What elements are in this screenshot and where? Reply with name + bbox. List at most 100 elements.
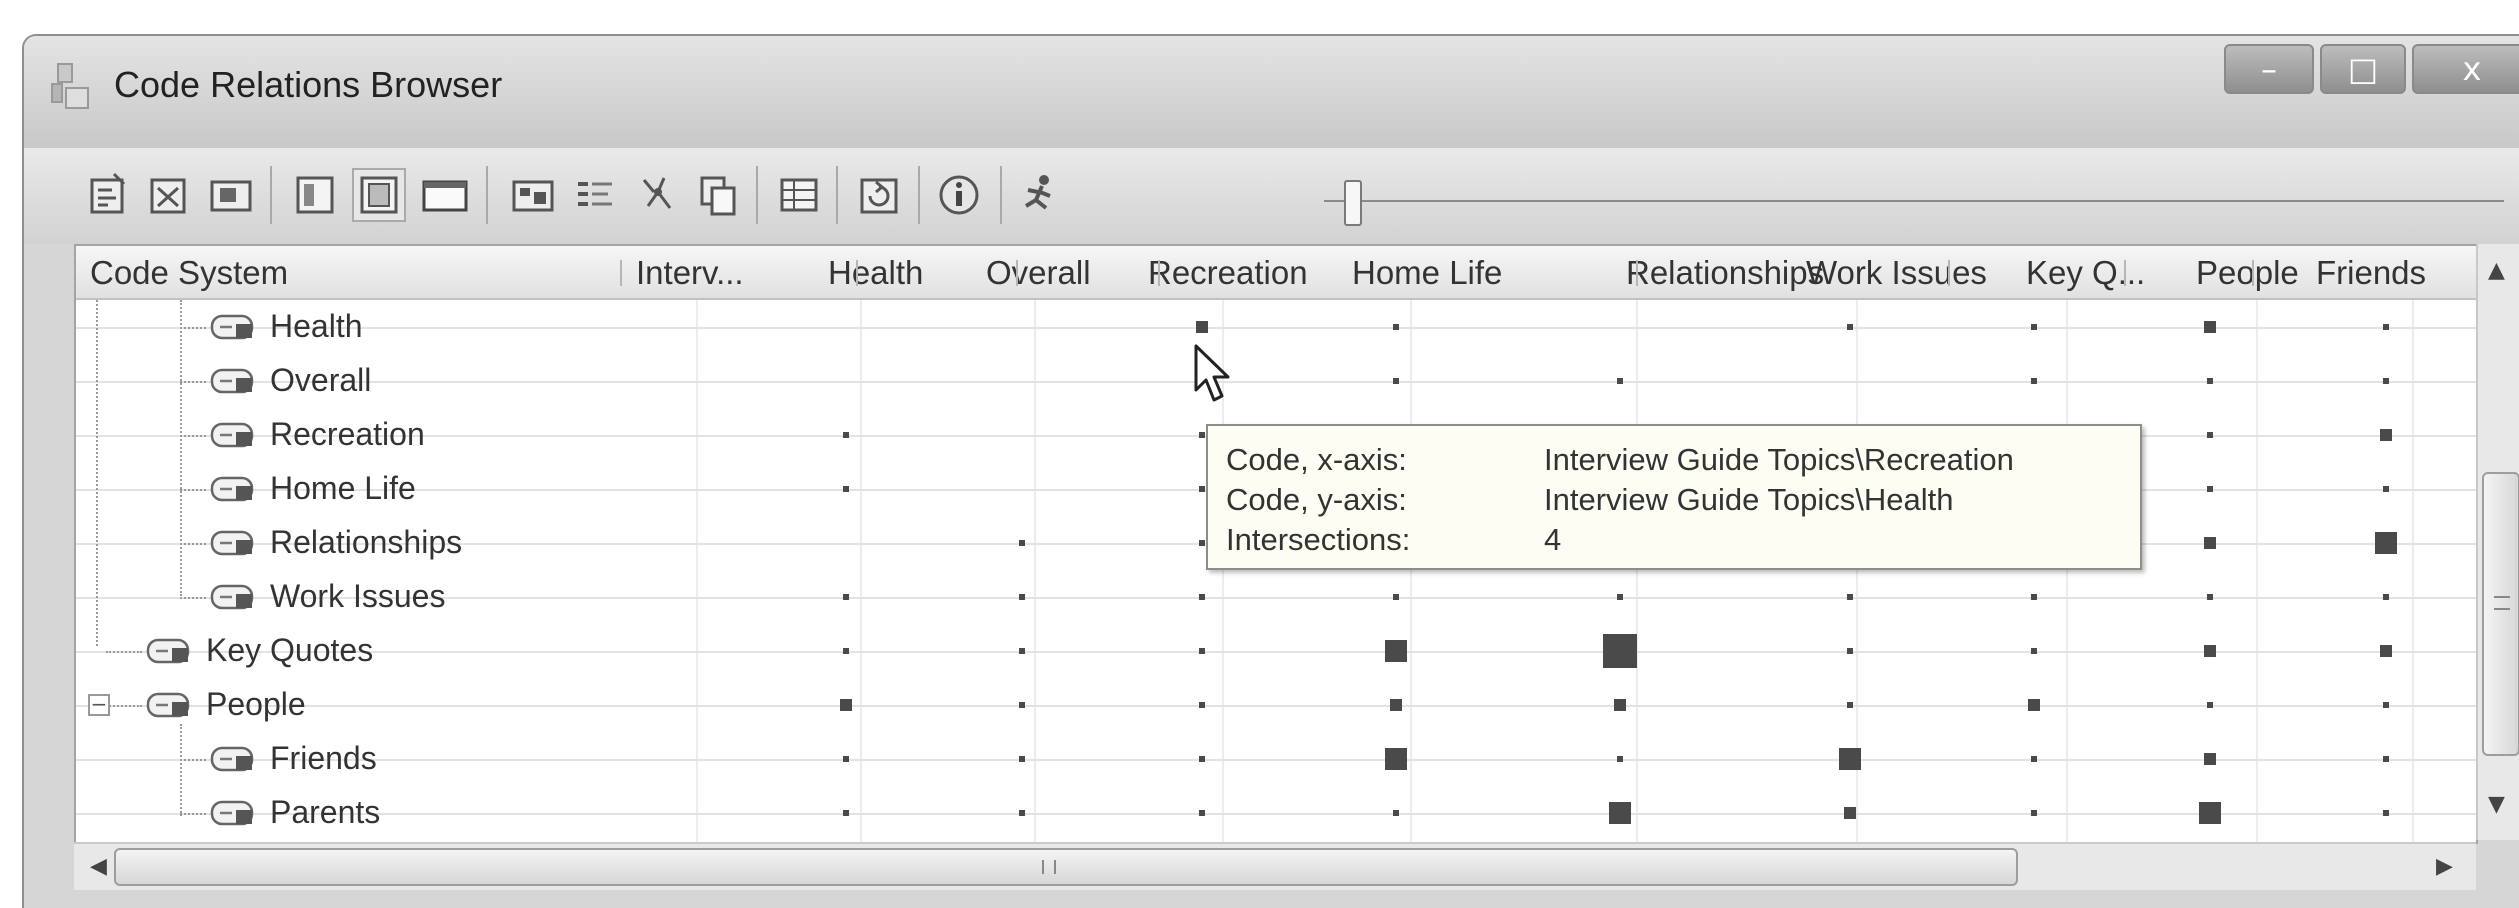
intersection-mark[interactable]: [1617, 756, 1623, 762]
scroll-right-icon[interactable]: ▶: [2436, 854, 2453, 879]
intersection-mark[interactable]: [2383, 378, 2389, 384]
intersection-mark[interactable]: [2204, 537, 2216, 549]
header-column-9[interactable]: Friends: [2316, 246, 2426, 298]
row-label-9[interactable]: Parents: [270, 794, 380, 830]
intersection-mark[interactable]: [2207, 432, 2213, 438]
intersection-mark[interactable]: [1390, 699, 1402, 711]
tree-expander-7[interactable]: −: [88, 694, 110, 716]
intersection-mark[interactable]: [1196, 321, 1208, 333]
runner-icon[interactable]: [1014, 170, 1064, 220]
intersection-mark[interactable]: [2380, 429, 2392, 441]
intersection-mark[interactable]: [2375, 532, 2397, 554]
intersection-mark[interactable]: [1847, 648, 1853, 654]
intersection-mark[interactable]: [1847, 324, 1853, 330]
intersection-mark[interactable]: [843, 810, 849, 816]
intersection-mark[interactable]: [1199, 432, 1205, 438]
row-label-5[interactable]: Work Issues: [270, 578, 445, 614]
layout-full-icon[interactable]: [420, 170, 470, 220]
row-label-3[interactable]: Home Life: [270, 470, 416, 506]
intersection-mark[interactable]: [1603, 634, 1637, 668]
display-list-icon[interactable]: [570, 170, 620, 220]
title-bar[interactable]: Code Relations Browser – □ x: [24, 36, 2519, 148]
intersection-mark[interactable]: [1385, 640, 1407, 662]
intersection-mark[interactable]: [1393, 378, 1399, 384]
scroll-left-icon[interactable]: ◀: [90, 854, 107, 879]
intersection-mark[interactable]: [2204, 753, 2216, 765]
row-label-8[interactable]: Friends: [270, 740, 377, 776]
minimize-button[interactable]: –: [2224, 44, 2314, 94]
header-column-0[interactable]: Interv...: [636, 246, 744, 298]
intersection-mark[interactable]: [1847, 702, 1853, 708]
intersection-mark[interactable]: [2031, 594, 2037, 600]
intersection-mark[interactable]: [2031, 324, 2037, 330]
row-label-4[interactable]: Relationships: [270, 524, 462, 560]
intersection-mark[interactable]: [1019, 594, 1025, 600]
scroll-down-icon[interactable]: ▼: [2488, 792, 2505, 817]
intersection-mark[interactable]: [1019, 810, 1025, 816]
intersection-mark[interactable]: [1844, 807, 1856, 819]
filter-icon[interactable]: [634, 170, 684, 220]
intersection-mark[interactable]: [2380, 645, 2392, 657]
header-code-system[interactable]: Code System: [90, 246, 288, 298]
vertical-scrollbar[interactable]: ▲ ▼: [2476, 244, 2519, 840]
horizontal-scroll-thumb[interactable]: [114, 848, 2018, 886]
intersection-mark[interactable]: [1614, 699, 1626, 711]
intersection-mark[interactable]: [1019, 702, 1025, 708]
intersection-mark[interactable]: [2383, 702, 2389, 708]
intersection-mark[interactable]: [1617, 594, 1623, 600]
header-column-6[interactable]: Work Issues: [1806, 246, 1987, 298]
intersection-mark[interactable]: [2031, 756, 2037, 762]
scroll-up-icon[interactable]: ▲: [2488, 258, 2505, 283]
row-label-1[interactable]: Overall: [270, 362, 371, 398]
maximize-button[interactable]: □: [2320, 44, 2406, 94]
intersection-mark[interactable]: [2383, 594, 2389, 600]
intersection-mark[interactable]: [843, 432, 849, 438]
header-column-1[interactable]: Health: [828, 246, 923, 298]
zoom-slider-track[interactable]: [1324, 200, 2504, 202]
row-label-6[interactable]: Key Quotes: [206, 632, 373, 668]
refresh-icon[interactable]: [854, 170, 904, 220]
intersection-mark[interactable]: [2383, 810, 2389, 816]
intersection-mark[interactable]: [1609, 802, 1631, 824]
vertical-scroll-thumb[interactable]: [2482, 472, 2519, 756]
intersection-mark[interactable]: [2031, 648, 2037, 654]
close-button[interactable]: x: [2412, 44, 2519, 94]
intersection-mark[interactable]: [843, 648, 849, 654]
intersection-mark[interactable]: [1847, 594, 1853, 600]
intersection-mark[interactable]: [1393, 594, 1399, 600]
header-column-3[interactable]: Recreation: [1148, 246, 1308, 298]
export-icon[interactable]: [84, 170, 134, 220]
row-label-0[interactable]: Health: [270, 308, 363, 344]
intersection-mark[interactable]: [2031, 378, 2037, 384]
header-column-2[interactable]: Overall: [986, 246, 1091, 298]
intersection-mark[interactable]: [1199, 810, 1205, 816]
intersection-mark[interactable]: [843, 594, 849, 600]
intersection-mark[interactable]: [2204, 645, 2216, 657]
intersection-mark[interactable]: [1839, 748, 1861, 770]
intersection-mark[interactable]: [1199, 702, 1205, 708]
copy-icon[interactable]: [694, 170, 744, 220]
header-column-4[interactable]: Home Life: [1352, 246, 1502, 298]
intersection-mark[interactable]: [2383, 756, 2389, 762]
intersection-mark[interactable]: [2031, 810, 2037, 816]
intersection-mark[interactable]: [1199, 756, 1205, 762]
info-icon[interactable]: [934, 170, 984, 220]
layout-left-icon[interactable]: [290, 170, 340, 220]
intersection-mark[interactable]: [1385, 748, 1407, 770]
table-icon[interactable]: [774, 170, 824, 220]
intersection-mark[interactable]: [1019, 648, 1025, 654]
intersection-mark[interactable]: [1199, 648, 1205, 654]
intersection-mark[interactable]: [840, 699, 852, 711]
intersection-mark[interactable]: [843, 756, 849, 762]
row-label-2[interactable]: Recreation: [270, 416, 425, 452]
intersection-mark[interactable]: [2204, 321, 2216, 333]
intersection-mark[interactable]: [1199, 486, 1205, 492]
intersection-mark[interactable]: [1617, 378, 1623, 384]
header-column-7[interactable]: Key Q...: [2026, 246, 2145, 298]
intersection-mark[interactable]: [843, 486, 849, 492]
intersection-mark[interactable]: [2207, 594, 2213, 600]
horizontal-scrollbar[interactable]: ◀ ▶: [74, 842, 2476, 890]
intersection-mark[interactable]: [1393, 324, 1399, 330]
intersection-mark[interactable]: [2383, 486, 2389, 492]
zoom-slider-thumb[interactable]: [1344, 180, 1362, 226]
